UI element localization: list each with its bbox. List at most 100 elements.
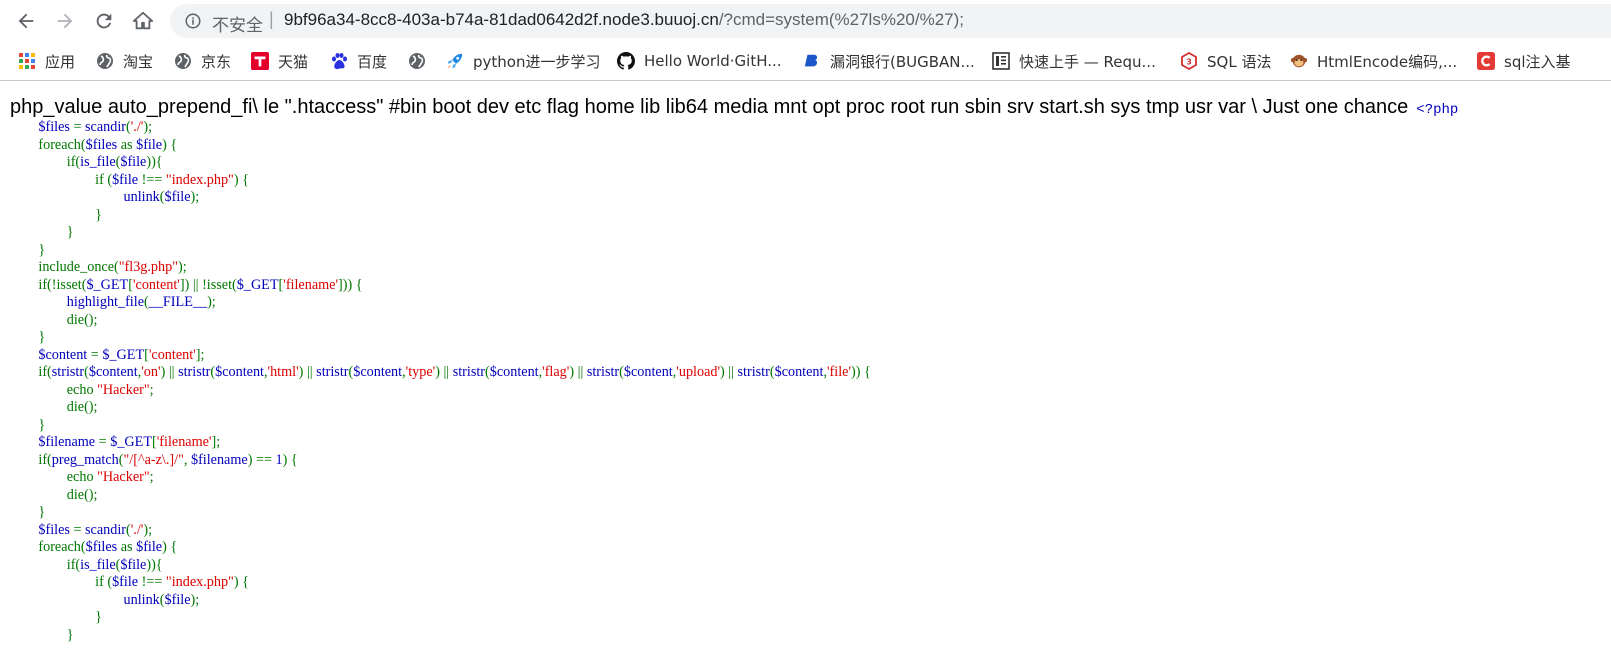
code-line: } (10, 224, 871, 242)
book-icon (992, 52, 1010, 70)
code-string: "/[^a-z\.]/" (123, 451, 184, 468)
code-keyword: } (38, 626, 74, 643)
bookmark-label: SQL 语法 (1207, 52, 1272, 71)
code-keyword: )) { (851, 364, 871, 380)
code-keyword: die(); (38, 399, 98, 415)
bookmark-label: HtmlEncode编码,... (1317, 52, 1458, 71)
bookmark-jd[interactable]: 京东 (174, 50, 231, 72)
address-bar[interactable]: 不安全 | 9bf96a34-8cc8-403a-b74a-81dad0642d… (170, 4, 1611, 38)
code-token: $file (164, 189, 191, 205)
code-keyword (38, 294, 66, 310)
code-keyword: die(); (38, 311, 98, 328)
code-token: $content (353, 364, 403, 380)
code-token: highlight_file (66, 294, 144, 310)
code-token: $file (112, 171, 142, 188)
bookmark-github[interactable]: Hello World·GitH... (617, 50, 782, 72)
code-keyword: ) { (233, 171, 249, 188)
code-keyword: ); (190, 189, 200, 205)
bookmark-baidu[interactable]: 百度 (330, 50, 387, 72)
code-line: unlink($file); (10, 592, 871, 610)
code-keyword: if( (38, 556, 81, 573)
bookmark-globe[interactable] (408, 50, 435, 72)
bookmark-sql-injection[interactable]: sql注入基 (1477, 50, 1571, 72)
globe-icon (174, 52, 192, 70)
bookmark-python[interactable]: python进一步学习 (446, 50, 600, 72)
code-token: $file (112, 574, 142, 590)
code-keyword: ) || (435, 364, 453, 380)
code-string: 'html' (267, 364, 299, 380)
forward-button[interactable] (50, 6, 80, 36)
code-line: } (10, 504, 871, 522)
reload-icon (96, 13, 112, 29)
back-button[interactable] (11, 6, 41, 36)
code-keyword: echo (38, 469, 98, 485)
code-token: $file (136, 539, 163, 555)
code-line: $content = $_GET['content']; (10, 347, 871, 365)
output-text: php_value auto_prepend_fi\ le ".htaccess… (10, 96, 1409, 118)
url-text[interactable]: 9bf96a34-8cc8-403a-b74a-81dad0642d2f.nod… (284, 10, 964, 30)
code-line: } (10, 417, 871, 435)
code-line: $files = scandir('./'); (10, 522, 871, 540)
code-keyword: , (183, 451, 191, 468)
code-token: is_file (80, 154, 116, 170)
code-token: $content (38, 346, 91, 363)
bookmark-label: Hello World·GitH... (644, 52, 782, 70)
code-keyword: ); (178, 259, 187, 275)
bookmarks-bar: 应用 淘宝 京东 天猫 百度 python进一步学习 Hello World·G… (0, 42, 1611, 81)
code-keyword: } (38, 609, 102, 625)
arrow-left-icon (18, 13, 34, 29)
bookmark-requests[interactable]: 快速上手 — Requ... (992, 50, 1156, 72)
code-line: foreach($files as $file) { (10, 539, 871, 557)
home-button[interactable] (128, 6, 158, 36)
code-token: unlink (123, 591, 160, 608)
bookmark-taobao[interactable]: 淘宝 (96, 50, 153, 72)
code-token: $filename (190, 451, 248, 468)
code-line: die(); (10, 312, 871, 330)
bookmark-apps[interactable]: 应用 (18, 50, 75, 72)
code-keyword: ; (149, 381, 154, 398)
bookmark-sql-syntax[interactable]: 3 SQL 语法 (1180, 50, 1271, 72)
code-keyword: ) || (298, 364, 317, 380)
code-token: stristr (51, 364, 85, 380)
code-token: $content (489, 364, 539, 380)
code-keyword: if( (38, 451, 52, 468)
code-string: "index.php" (165, 171, 234, 188)
php-open-tag: <?php (1416, 102, 1459, 118)
info-icon[interactable] (184, 12, 202, 30)
bookmark-htmlencode[interactable]: HtmlEncode编码,... (1290, 50, 1457, 72)
code-string: './' (130, 521, 144, 538)
code-token: $content (774, 364, 824, 380)
code-keyword: if( (38, 364, 52, 380)
code-token: $files (38, 119, 70, 135)
code-string: 'on' (141, 364, 161, 380)
bookmark-bugbank[interactable]: 漏洞银行(BUGBAN... (803, 50, 975, 72)
not-secure-label[interactable]: 不安全 (212, 11, 263, 36)
code-keyword: ]; (195, 346, 205, 363)
code-keyword: !== (141, 171, 166, 188)
browser-toolbar: 不安全 | 9bf96a34-8cc8-403a-b74a-81dad0642d… (0, 0, 1611, 42)
w3-icon: 3 (1180, 52, 1198, 70)
code-token: stristr (737, 364, 770, 380)
code-line: if(!isset($_GET['content']) || !isset($_… (10, 277, 871, 295)
bookmark-tmall[interactable]: 天猫 (251, 50, 308, 72)
code-keyword: } (38, 224, 74, 240)
code-line: } (10, 627, 871, 645)
code-token: $files (85, 136, 121, 153)
code-line: } (10, 609, 871, 627)
bookmark-label: 快速上手 — Requ... (1019, 52, 1156, 71)
code-token: stristr (316, 364, 349, 380)
apps-grid-icon (18, 52, 36, 70)
code-keyword: if( (38, 154, 81, 170)
globe-icon (408, 52, 426, 70)
reload-button[interactable] (89, 6, 119, 36)
code-token: preg_match (51, 451, 119, 468)
code-keyword: ) == (247, 451, 276, 468)
command-output: php_value auto_prepend_fi\ le ".htaccess… (10, 96, 1458, 119)
url-separator: | (269, 9, 274, 29)
code-token: scandir (85, 521, 126, 538)
baidu-paw-icon (330, 52, 348, 70)
code-line: die(); (10, 487, 871, 505)
code-line: if(is_file($file)){ (10, 154, 871, 172)
code-keyword: if(!isset( (38, 276, 87, 293)
code-string: 'content' (132, 276, 180, 293)
